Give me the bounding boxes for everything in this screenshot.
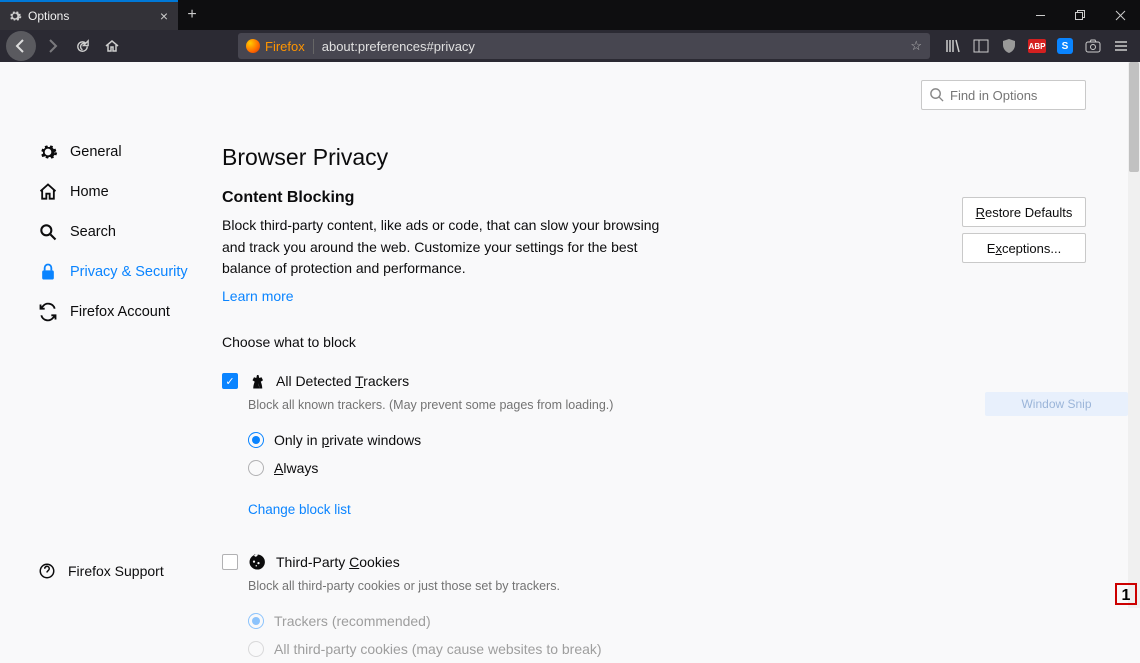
screenshot-icon[interactable] — [1080, 33, 1106, 59]
question-icon — [38, 562, 56, 580]
cookies-sublabel: Block all third-party cookies or just th… — [248, 579, 1128, 593]
learn-more-link[interactable]: Learn more — [222, 288, 294, 304]
search-input[interactable] — [921, 80, 1086, 110]
section-description: Block third-party content, like ads or c… — [222, 215, 677, 280]
menu-button[interactable] — [1108, 33, 1134, 59]
svg-text:1: 1 — [1122, 587, 1131, 604]
search-icon — [38, 222, 58, 242]
sidebar-item-search[interactable]: Search — [0, 212, 204, 252]
titlebar: Options × + — [0, 0, 1140, 30]
corner-badge: 1 — [1114, 582, 1138, 606]
sidebar-support-link[interactable]: Firefox Support — [38, 562, 164, 580]
firefox-logo-icon — [246, 39, 260, 53]
radio-label: Only in private windows — [274, 432, 421, 448]
new-tab-button[interactable]: + — [178, 6, 206, 24]
url-bar[interactable]: Firefox about:preferences#privacy ☆ — [238, 33, 930, 59]
main-panel: Browser Privacy Content Blocking Block t… — [204, 62, 1128, 608]
gear-icon — [38, 142, 58, 162]
settings-sidebar: General Home Search Privacy & Security F… — [0, 62, 204, 608]
radio-label: Trackers (recommended) — [274, 613, 431, 629]
radio-all-cookies — [248, 641, 264, 657]
page-content: General Home Search Privacy & Security F… — [0, 62, 1128, 608]
gear-icon — [8, 9, 22, 23]
vertical-scrollbar[interactable] — [1128, 62, 1140, 608]
page-title: Browser Privacy — [222, 144, 1128, 171]
sidebar-item-label: General — [70, 144, 122, 160]
search-wrapper — [921, 80, 1086, 110]
tab-title: Options — [28, 9, 160, 23]
sidebar-item-privacy[interactable]: Privacy & Security — [0, 252, 204, 292]
sidebar-item-label: Firefox Account — [70, 304, 170, 320]
home-button[interactable] — [98, 32, 126, 60]
shield-icon[interactable] — [996, 33, 1022, 59]
change-block-list-link[interactable]: Change block list — [248, 502, 351, 517]
abp-icon[interactable]: ABP — [1024, 33, 1050, 59]
sidebar-item-label: Search — [70, 224, 116, 240]
trackers-checkbox[interactable] — [222, 373, 238, 389]
s-extension-icon[interactable]: S — [1052, 33, 1078, 59]
home-icon — [38, 182, 58, 202]
lock-icon — [38, 262, 58, 282]
scrollbar-thumb[interactable] — [1129, 62, 1139, 172]
window-snip-overlay: Window Snip — [985, 392, 1128, 416]
cookie-icon — [248, 553, 266, 571]
reload-button[interactable] — [68, 32, 96, 60]
restore-button[interactable] — [1060, 0, 1100, 30]
exceptions-button[interactable]: Exceptions... — [962, 233, 1086, 263]
identity-chip[interactable]: Firefox — [246, 39, 314, 54]
restore-defaults-button[interactable]: Restore Defaults — [962, 197, 1086, 227]
cookies-checkbox[interactable] — [222, 554, 238, 570]
browser-tab[interactable]: Options × — [0, 0, 178, 30]
radio-private-windows[interactable] — [248, 432, 264, 448]
support-label: Firefox Support — [68, 563, 164, 579]
minimize-button[interactable] — [1020, 0, 1060, 30]
sidebar-item-general[interactable]: General — [0, 132, 204, 172]
url-text: about:preferences#privacy — [322, 39, 911, 54]
sync-icon — [38, 302, 58, 322]
forward-button[interactable] — [38, 32, 66, 60]
back-button[interactable] — [6, 31, 36, 61]
radio-trackers-cookies — [248, 613, 264, 629]
library-icon[interactable] — [940, 33, 966, 59]
trackers-icon — [248, 372, 266, 390]
sidebar-item-label: Home — [70, 184, 109, 200]
close-icon[interactable]: × — [160, 9, 168, 23]
radio-label: Always — [274, 460, 318, 476]
radio-label: All third-party cookies (may cause websi… — [274, 641, 602, 657]
radio-always[interactable] — [248, 460, 264, 476]
sidebar-item-account[interactable]: Firefox Account — [0, 292, 204, 332]
sidebar-toggle-icon[interactable] — [968, 33, 994, 59]
cookies-label: Third-Party Cookies — [276, 554, 400, 570]
trackers-label: All Detected Trackers — [276, 373, 409, 389]
choose-label: Choose what to block — [222, 334, 1128, 350]
identity-label: Firefox — [265, 39, 305, 54]
nav-toolbar: Firefox about:preferences#privacy ☆ ABP … — [0, 30, 1140, 62]
close-window-button[interactable] — [1100, 0, 1140, 30]
search-icon — [929, 87, 944, 102]
bookmark-star-icon[interactable]: ☆ — [910, 38, 922, 54]
sidebar-item-home[interactable]: Home — [0, 172, 204, 212]
sidebar-item-label: Privacy & Security — [70, 264, 188, 280]
